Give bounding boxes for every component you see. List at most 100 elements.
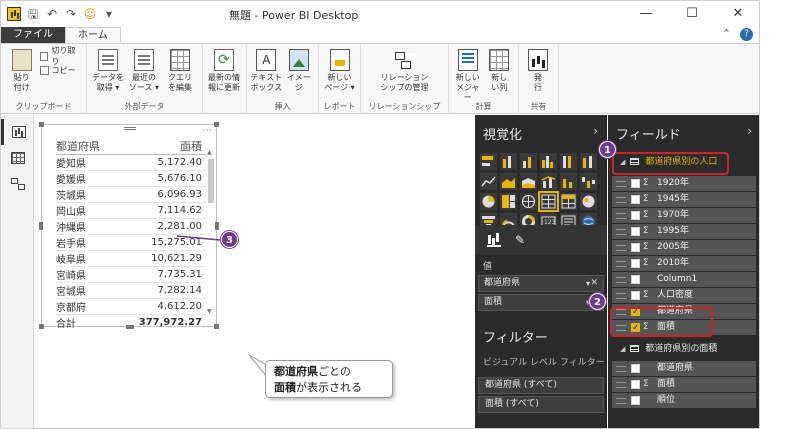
field-item[interactable]: Σ 2010年 xyxy=(612,256,756,271)
stacked-column-chart-icon[interactable] xyxy=(500,153,517,170)
collapse-ribbon-icon[interactable]: ⌃ xyxy=(722,27,731,40)
minimize-button[interactable]: — xyxy=(623,1,669,27)
field-name: 1920年 xyxy=(657,178,689,188)
field-checkbox[interactable] xyxy=(631,243,640,252)
field-checkbox[interactable] xyxy=(631,396,640,405)
window-title: 無題 - Power BI Desktop xyxy=(229,9,359,22)
filter-area-all[interactable]: 面積 (すべて) xyxy=(478,396,604,413)
drag-handle-icon[interactable] xyxy=(616,212,626,219)
pie-chart-icon[interactable] xyxy=(480,193,497,210)
table-visual-icon[interactable] xyxy=(538,191,559,212)
drag-handle-icon[interactable] xyxy=(616,276,626,283)
drag-handle-icon[interactable] xyxy=(616,180,626,187)
sigma-icon: Σ xyxy=(643,194,649,204)
field-item[interactable]: Σ 人口密度 xyxy=(612,288,756,303)
visualizations-title: 視覚化 xyxy=(483,128,523,143)
field-checkbox[interactable] xyxy=(631,195,640,204)
drag-handle-icon[interactable] xyxy=(616,196,626,203)
field-item[interactable]: Column1 xyxy=(612,272,756,287)
smile-feedback-icon[interactable]: ☺ xyxy=(83,7,97,21)
copy-icon xyxy=(39,65,49,75)
line-and-stacked-column-chart-icon[interactable] xyxy=(560,173,577,190)
map-icon[interactable] xyxy=(520,193,537,210)
values-well-item-prefecture[interactable]: 都道府県 ▾ ✕ xyxy=(478,275,604,292)
group-refresh: 最新の情 報に更新 xyxy=(203,44,247,114)
cut-button[interactable]: 切り取り xyxy=(39,46,83,66)
copy-button[interactable]: コピー xyxy=(39,64,83,76)
field-item[interactable]: Σ 1970年 xyxy=(612,208,756,223)
drag-handle-icon[interactable] xyxy=(616,381,626,388)
visual-type-gallery: 123 xyxy=(480,153,604,230)
drag-handle-icon[interactable] xyxy=(616,260,626,267)
field-checkbox[interactable] xyxy=(631,259,640,268)
maximize-button[interactable]: ☐ xyxy=(669,1,715,27)
model-view-button[interactable] xyxy=(1,171,34,197)
100-stacked-bar-chart-icon[interactable] xyxy=(560,153,577,170)
drag-handle-icon[interactable] xyxy=(616,397,626,404)
field-name: 人口密度 xyxy=(657,290,694,300)
visual-tools-bar: ✎ xyxy=(475,225,607,255)
sigma-icon: Σ xyxy=(643,379,649,389)
fields-tab-icon[interactable] xyxy=(487,233,501,247)
field-item[interactable]: 順位 xyxy=(612,393,756,408)
field-name: 面積 xyxy=(657,379,676,389)
report-view-button[interactable] xyxy=(1,119,34,145)
clustered-column-chart-icon[interactable] xyxy=(540,153,557,170)
line-and-column-chart-icon[interactable] xyxy=(540,173,557,190)
ribbon-tabs: ファイル ホーム ⌃ ? xyxy=(1,27,759,43)
field-checkbox[interactable] xyxy=(631,291,640,300)
field-table-area[interactable]: ◢ 都道府県別の面積 xyxy=(612,341,756,358)
close-button[interactable]: ✕ xyxy=(715,1,759,27)
tab-home[interactable]: ホーム xyxy=(65,27,121,43)
field-item[interactable]: Σ 1920年 xyxy=(612,176,756,191)
remove-field-icon[interactable]: ✕ xyxy=(590,276,598,291)
format-paint-brush-icon[interactable]: ✎ xyxy=(515,233,529,247)
line-chart-icon[interactable] xyxy=(480,173,497,190)
tab-file[interactable]: ファイル xyxy=(1,27,65,43)
field-checkbox[interactable] xyxy=(631,364,640,373)
field-checkbox[interactable] xyxy=(631,227,640,236)
field-checkbox[interactable] xyxy=(631,179,640,188)
waterfall-chart-icon[interactable] xyxy=(580,173,597,190)
refresh-button[interactable]: 最新の情 報に更新 xyxy=(206,46,242,114)
data-view-button[interactable] xyxy=(1,145,34,171)
report-canvas[interactable]: ··· 都道府県 面積 愛知県 5,172.40 愛媛県 5,676.10 茨城県 6 xyxy=(35,115,475,428)
clustered-bar-chart-icon[interactable] xyxy=(520,153,537,170)
collapse-fields-icon[interactable]: › xyxy=(747,124,752,138)
publish-icon xyxy=(528,49,548,71)
drag-handle-icon[interactable] xyxy=(616,292,626,299)
field-item[interactable]: 都道府県 xyxy=(612,361,756,376)
field-checkbox[interactable] xyxy=(631,211,640,220)
drag-handle-icon[interactable] xyxy=(616,244,626,251)
drag-handle-icon[interactable] xyxy=(616,365,626,372)
filled-map-icon[interactable] xyxy=(580,193,597,210)
undo-icon[interactable]: ↶ xyxy=(45,7,59,21)
stacked-area-chart-icon[interactable] xyxy=(520,173,537,190)
power-bi-logo-icon xyxy=(7,7,21,21)
customize-qat-icon[interactable]: ▾ xyxy=(102,7,116,21)
help-icon[interactable]: ? xyxy=(740,28,753,41)
collapse-visualizations-icon[interactable]: › xyxy=(593,124,598,138)
100-stacked-column-chart-icon[interactable] xyxy=(580,153,597,170)
save-icon[interactable]: 🖫 xyxy=(26,7,40,21)
filter-prefecture-all[interactable]: 都道府県 (すべて) xyxy=(478,377,604,394)
values-well-item-area[interactable]: 面積 ▾ ✕ xyxy=(478,294,604,311)
group-label-calculations: 計算 xyxy=(475,102,492,111)
area-chart-icon[interactable] xyxy=(500,173,517,190)
matrix-icon[interactable] xyxy=(560,193,577,210)
field-checkbox[interactable] xyxy=(631,275,640,284)
title-bar: 🖫 ↶ ↷ ☺ ▾ 無題 - Power BI Desktop — ☐ ✕ xyxy=(1,1,759,27)
stacked-bar-chart-icon[interactable] xyxy=(480,153,497,170)
field-checkbox[interactable] xyxy=(631,380,640,389)
callout-line-1: 都道府県ごとの xyxy=(274,365,351,378)
well-dropdown-icon[interactable]: ▾ xyxy=(586,276,590,291)
redo-icon[interactable]: ↷ xyxy=(64,7,78,21)
field-item[interactable]: Σ 1945年 xyxy=(612,192,756,207)
expand-triangle-icon[interactable]: ◢ xyxy=(620,345,625,353)
drag-handle-icon[interactable] xyxy=(616,228,626,235)
field-item[interactable]: Σ 1995年 xyxy=(612,224,756,239)
sigma-icon: Σ xyxy=(643,242,649,252)
field-item[interactable]: Σ 面積 xyxy=(612,377,756,392)
treemap-icon[interactable] xyxy=(500,193,517,210)
field-item[interactable]: Σ 2005年 xyxy=(612,240,756,255)
